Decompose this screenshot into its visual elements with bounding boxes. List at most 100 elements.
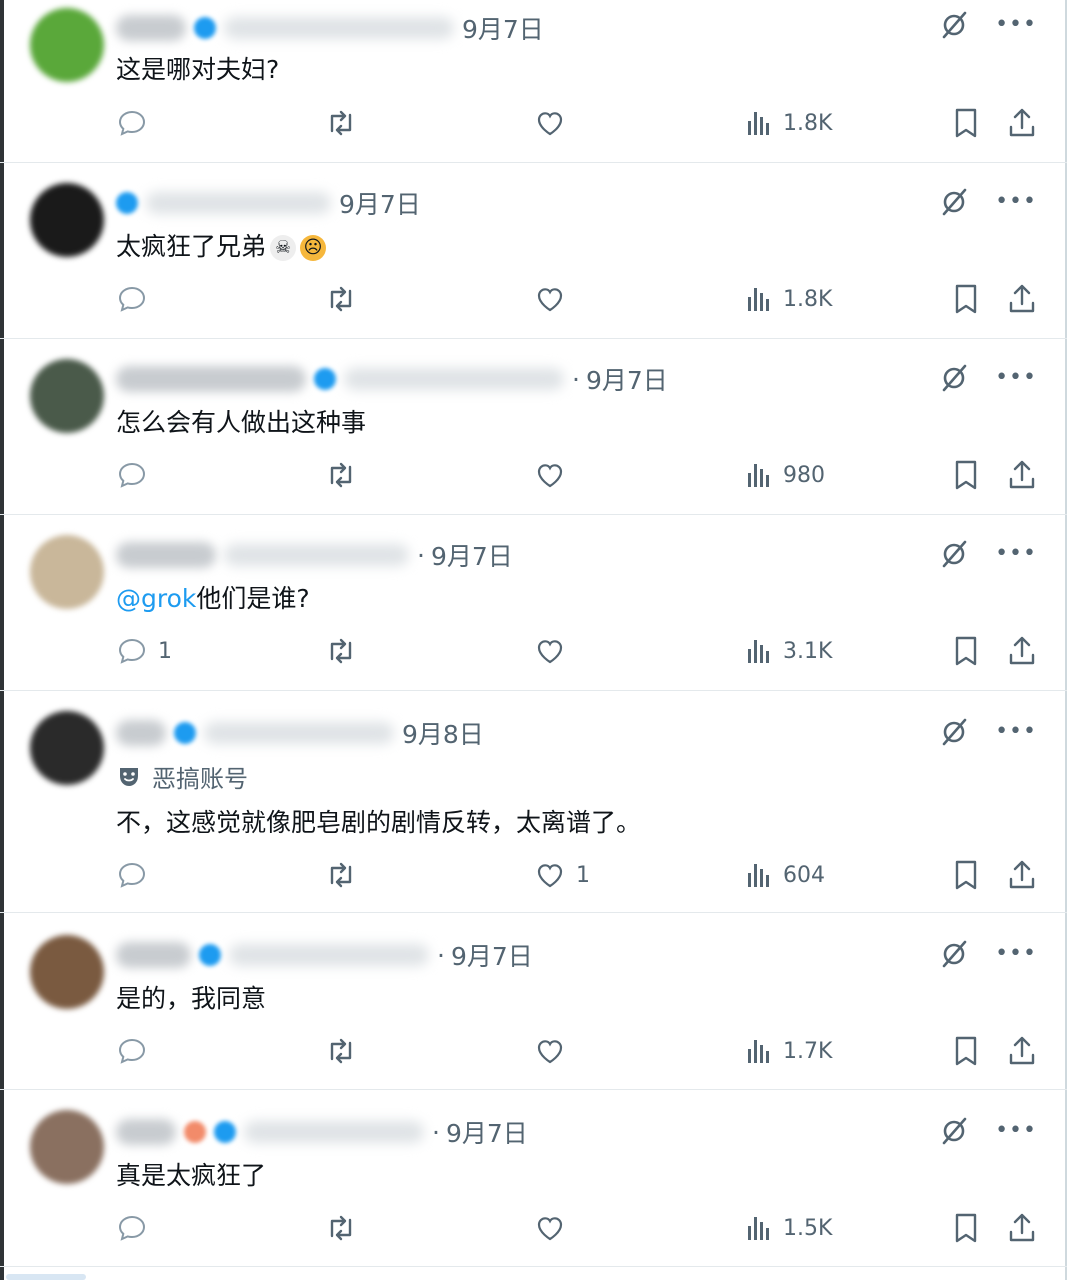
reply-button[interactable] <box>116 455 158 495</box>
tweet-date[interactable]: 9月7日 <box>586 361 668 397</box>
tweet-actions: 1.8K <box>0 103 1067 143</box>
view-count: 1.8K <box>783 286 833 312</box>
like-button[interactable] <box>534 1031 576 1071</box>
blurred-handle[interactable] <box>229 944 429 966</box>
share-button[interactable] <box>1006 1031 1038 1071</box>
views-button[interactable]: 980 <box>745 455 825 495</box>
share-icon <box>1009 1213 1035 1242</box>
like-button[interactable] <box>534 631 576 671</box>
share-button[interactable] <box>1006 103 1038 143</box>
share-button[interactable] <box>1006 279 1038 319</box>
reply-tweet[interactable]: · 9月7日 ••• 怎么会有人做出这种事 980 <box>0 339 1067 515</box>
bookmark-button[interactable] <box>952 455 980 495</box>
avatar[interactable] <box>30 535 104 609</box>
grok-icon[interactable] <box>939 939 969 969</box>
share-button[interactable] <box>1006 855 1038 895</box>
reply-button[interactable] <box>116 1031 158 1071</box>
blurred-handle[interactable] <box>224 17 454 39</box>
retweet-button[interactable] <box>324 279 358 319</box>
grok-icon[interactable] <box>939 10 969 40</box>
more-options-icon[interactable]: ••• <box>995 191 1037 213</box>
views-button[interactable]: 604 <box>745 855 825 895</box>
reply-button[interactable] <box>116 103 158 143</box>
reply-tweet[interactable]: 9月8日 ••• 恶搞账号 不，这感觉就像肥皂剧的剧情反转，太离谱了。 1 60… <box>0 691 1067 913</box>
more-options-icon[interactable]: ••• <box>995 14 1037 36</box>
retweet-button[interactable] <box>324 855 358 895</box>
blurred-handle[interactable] <box>244 1121 424 1143</box>
reply-button[interactable] <box>116 279 158 319</box>
tweet-date[interactable]: 9月7日 <box>446 1114 528 1150</box>
share-button[interactable] <box>1006 1208 1038 1248</box>
retweet-button[interactable] <box>324 1208 358 1248</box>
grok-icon[interactable] <box>939 1116 969 1146</box>
views-button[interactable]: 1.8K <box>745 103 832 143</box>
tweet-date[interactable]: 9月7日 <box>451 937 533 973</box>
tweet-date[interactable]: 9月7日 <box>339 185 421 221</box>
like-button[interactable] <box>534 455 576 495</box>
like-button[interactable] <box>534 1208 576 1248</box>
views-button[interactable]: 1.7K <box>745 1031 832 1071</box>
mention-link[interactable]: @grok <box>116 584 196 613</box>
grok-icon[interactable] <box>939 363 969 393</box>
reply-button[interactable] <box>116 855 158 895</box>
reply-tweet[interactable]: 9月7日 ••• 这是哪对夫妇? 1.8K <box>0 0 1067 163</box>
more-options-icon[interactable]: ••• <box>995 721 1037 743</box>
share-button[interactable] <box>1006 631 1038 671</box>
tweet-date[interactable]: 9月7日 <box>431 537 513 573</box>
bookmark-button[interactable] <box>952 103 980 143</box>
blurred-handle[interactable] <box>344 368 564 390</box>
skull-emoji: ☠ <box>270 235 297 261</box>
bookmark-button[interactable] <box>952 1031 980 1071</box>
more-options-icon[interactable]: ••• <box>995 543 1037 565</box>
blurred-display-name[interactable] <box>116 942 191 968</box>
grok-icon[interactable] <box>939 187 969 217</box>
retweet-button[interactable] <box>324 1031 358 1071</box>
blurred-display-name[interactable] <box>116 542 216 568</box>
reply-tweet[interactable]: · 9月7日 ••• 是的，我同意 1.7K <box>0 913 1067 1090</box>
heart-icon <box>537 464 563 488</box>
blurred-display-name[interactable] <box>116 15 186 41</box>
avatar[interactable] <box>30 935 104 1009</box>
bookmark-button[interactable] <box>952 279 980 319</box>
views-button[interactable]: 1.5K <box>745 1208 832 1248</box>
like-button[interactable] <box>534 279 576 319</box>
grok-icon[interactable] <box>939 539 969 569</box>
grok-icon[interactable] <box>939 717 969 747</box>
reply-tweet[interactable]: · 9月7日 ••• 真是太疯狂了 1.5K <box>0 1090 1067 1267</box>
tweet-date[interactable]: 9月7日 <box>462 10 544 46</box>
blurred-display-name[interactable] <box>116 366 306 392</box>
tweet-date[interactable]: 9月8日 <box>402 715 484 751</box>
bookmark-button[interactable] <box>952 855 980 895</box>
blurred-display-name[interactable] <box>116 720 166 746</box>
avatar[interactable] <box>30 711 104 785</box>
blurred-handle[interactable] <box>146 192 331 214</box>
reply-tweet[interactable]: 9月7日 ••• 太疯狂了兄弟 ☠ ☹ 1.8K <box>0 163 1067 339</box>
avatar[interactable] <box>30 1110 104 1184</box>
more-options-icon[interactable]: ••• <box>995 1120 1037 1142</box>
more-options-icon[interactable]: ••• <box>995 943 1037 965</box>
heart-icon <box>537 1217 563 1241</box>
avatar[interactable] <box>30 8 104 82</box>
blurred-display-name[interactable] <box>116 1119 176 1145</box>
bookmark-button[interactable] <box>952 631 980 671</box>
retweet-button[interactable] <box>324 103 358 143</box>
share-button[interactable] <box>1006 455 1038 495</box>
views-button[interactable]: 1.8K <box>745 279 832 319</box>
bookmark-icon <box>955 1213 977 1243</box>
avatar[interactable] <box>30 359 104 433</box>
blurred-handle[interactable] <box>204 722 394 744</box>
retweet-button[interactable] <box>324 631 358 671</box>
like-button[interactable]: 1 <box>534 855 590 895</box>
reply-button[interactable] <box>116 1208 158 1248</box>
reply-button[interactable]: 1 <box>116 631 172 671</box>
analytics-icon <box>748 640 769 663</box>
more-options-icon[interactable]: ••• <box>995 367 1037 389</box>
like-button[interactable] <box>534 103 576 143</box>
views-button[interactable]: 3.1K <box>745 631 832 671</box>
avatar[interactable] <box>30 183 104 257</box>
reply-tweet[interactable]: · 9月7日 ••• @grok他们是谁? 1 3.1K <box>0 515 1067 691</box>
tweet-top-actions: ••• <box>939 187 1037 217</box>
bookmark-button[interactable] <box>952 1208 980 1248</box>
retweet-button[interactable] <box>324 455 358 495</box>
blurred-handle[interactable] <box>224 544 409 566</box>
